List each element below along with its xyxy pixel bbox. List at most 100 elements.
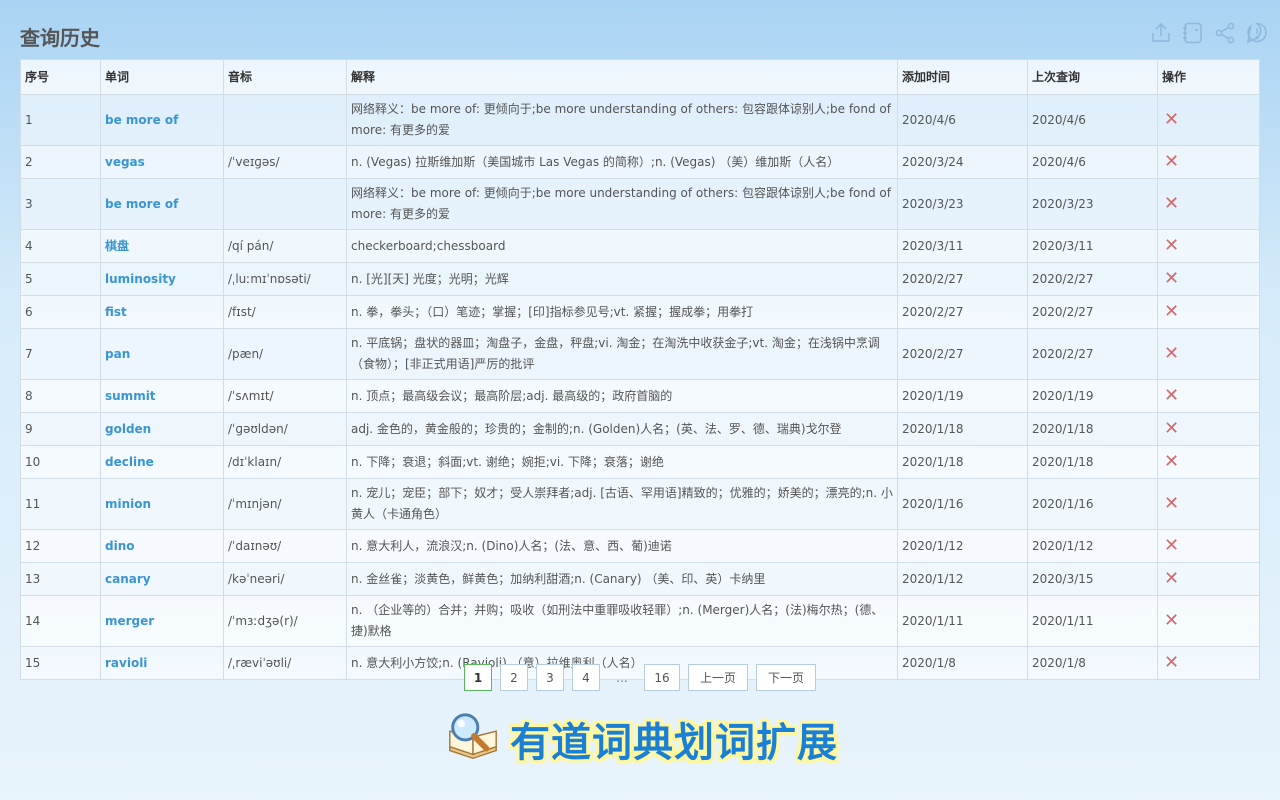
row-added-date: 2020/1/11	[897, 595, 1028, 647]
word-link[interactable]: dino	[105, 539, 135, 553]
delete-icon[interactable]: ✕	[1164, 418, 1179, 439]
row-action-cell: ✕	[1157, 646, 1260, 680]
table-row: 6 fist/fɪst/n. 拳，拳头；（口）笔迹；掌握；[印]指标参见号;vt.…	[20, 295, 1260, 329]
row-no: 12	[20, 529, 101, 563]
row-last-query-date: 2020/1/11	[1027, 595, 1158, 647]
header-action: 操作	[1157, 59, 1260, 95]
table-row: 4 棋盘/qí pán/checkerboard;chessboard 2020/3…	[20, 229, 1260, 263]
word-link[interactable]: be more of	[105, 113, 178, 127]
row-phonetic: /ˈsʌmɪt/	[223, 379, 347, 413]
magnifier-book-icon	[444, 708, 502, 770]
row-no: 9	[20, 412, 101, 446]
row-last-query-date: 2020/2/27	[1027, 262, 1158, 296]
delete-icon[interactable]: ✕	[1164, 535, 1179, 556]
table-header-row: 序号 单词 音标 解释 添加时间 上次查询 操作	[20, 59, 1260, 95]
notebook-icon[interactable]	[1180, 20, 1206, 46]
row-word-cell: fist	[100, 295, 224, 329]
prev-page-button[interactable]: 上一页	[688, 664, 748, 691]
row-no: 5	[20, 262, 101, 296]
word-link[interactable]: ravioli	[105, 656, 147, 670]
page-4-button[interactable]: 4	[572, 664, 600, 691]
row-last-query-date: 2020/1/18	[1027, 412, 1158, 446]
word-link[interactable]: merger	[105, 614, 154, 628]
row-added-date: 2020/2/27	[897, 295, 1028, 329]
row-added-date: 2020/1/16	[897, 478, 1028, 530]
row-meaning: adj. 金色的，黄金般的；珍贵的；金制的;n. (Golden)人名；(英、法…	[346, 412, 898, 446]
row-added-date: 2020/2/27	[897, 328, 1028, 380]
delete-icon[interactable]: ✕	[1164, 493, 1179, 514]
word-link[interactable]: minion	[105, 497, 151, 511]
row-no: 15	[20, 646, 101, 680]
row-last-query-date: 2020/2/27	[1027, 295, 1158, 329]
word-link[interactable]: golden	[105, 422, 151, 436]
row-word-cell: canary	[100, 562, 224, 596]
row-phonetic	[223, 178, 347, 230]
row-added-date: 2020/1/12	[897, 529, 1028, 563]
row-meaning: 网络释义：be more of: 更倾向于;be more understand…	[346, 94, 898, 146]
row-word-cell: ravioli	[100, 646, 224, 680]
word-link[interactable]: vegas	[105, 155, 145, 169]
pagination: 1 2 3 4 ... 16 上一页 下一页	[464, 664, 816, 691]
delete-icon[interactable]: ✕	[1164, 385, 1179, 406]
word-link[interactable]: canary	[105, 572, 151, 586]
row-phonetic: /ˈmɪnjən/	[223, 478, 347, 530]
word-link[interactable]: luminosity	[105, 272, 176, 286]
row-action-cell: ✕	[1157, 328, 1260, 380]
table-row: 5 luminosity/ˌluːmɪˈnɒsəti/n. [光][天] 光度；光…	[20, 262, 1260, 296]
delete-icon[interactable]: ✕	[1164, 151, 1179, 172]
row-no: 6	[20, 295, 101, 329]
share-icon[interactable]	[1212, 20, 1238, 46]
row-no: 11	[20, 478, 101, 530]
export-icon[interactable]	[1148, 20, 1174, 46]
page-3-button[interactable]: 3	[536, 664, 564, 691]
row-no: 8	[20, 379, 101, 413]
row-added-date: 2020/1/12	[897, 562, 1028, 596]
row-action-cell: ✕	[1157, 94, 1260, 146]
delete-icon[interactable]: ✕	[1164, 268, 1179, 289]
delete-icon[interactable]: ✕	[1164, 610, 1179, 631]
table-row: 14 merger/ˈmɜːdʒə(r)/n. （企业等的）合并；并购；吸收（如刑…	[20, 595, 1260, 647]
page-1-button[interactable]: 1	[464, 664, 492, 691]
delete-icon[interactable]: ✕	[1164, 568, 1179, 589]
row-word-cell: be more of	[100, 94, 224, 146]
table-row: 11 minion/ˈmɪnjən/n. 宠儿；宠臣；部下；奴才；受人崇拜者;ad…	[20, 478, 1260, 530]
word-link[interactable]: decline	[105, 455, 154, 469]
next-page-button[interactable]: 下一页	[756, 664, 816, 691]
row-word-cell: decline	[100, 445, 224, 479]
delete-icon[interactable]: ✕	[1164, 193, 1179, 214]
row-action-cell: ✕	[1157, 295, 1260, 329]
table-row: 9 golden/ˈɡəʊldən/adj. 金色的，黄金般的；珍贵的；金制的;n…	[20, 412, 1260, 446]
row-action-cell: ✕	[1157, 262, 1260, 296]
row-meaning: n. [光][天] 光度；光明；光辉	[346, 262, 898, 296]
delete-icon[interactable]: ✕	[1164, 451, 1179, 472]
toolbar	[1148, 20, 1270, 46]
row-meaning: n. 宠儿；宠臣；部下；奴才；受人崇拜者;adj. [古语、罕用语]精致的；优雅…	[346, 478, 898, 530]
table-row: 2 vegas/ˈveɪɡəs/n. (Vegas) 拉斯维加斯（美国城市 Las…	[20, 145, 1260, 179]
row-word-cell: dino	[100, 529, 224, 563]
row-meaning: n. 顶点；最高级会议；最高阶层;adj. 最高级的；政府首脑的	[346, 379, 898, 413]
word-link[interactable]: fist	[105, 305, 127, 319]
row-last-query-date: 2020/1/19	[1027, 379, 1158, 413]
row-last-query-date: 2020/1/18	[1027, 445, 1158, 479]
word-link[interactable]: 棋盘	[105, 239, 129, 253]
row-phonetic: /dɪˈklaɪn/	[223, 445, 347, 479]
word-link[interactable]: be more of	[105, 197, 178, 211]
row-action-cell: ✕	[1157, 178, 1260, 230]
row-added-date: 2020/4/6	[897, 94, 1028, 146]
info-icon[interactable]	[1244, 20, 1270, 46]
history-table: 序号 单词 音标 解释 添加时间 上次查询 操作 1 be more of 网络释义…	[20, 59, 1260, 680]
last-page-button[interactable]: 16	[644, 664, 680, 691]
word-link[interactable]: summit	[105, 389, 156, 403]
row-phonetic: /ˈɡəʊldən/	[223, 412, 347, 446]
row-word-cell: minion	[100, 478, 224, 530]
delete-icon[interactable]: ✕	[1164, 343, 1179, 364]
delete-icon[interactable]: ✕	[1164, 652, 1179, 673]
table-row: 8 summit/ˈsʌmɪt/n. 顶点；最高级会议；最高阶层;adj. 最高级…	[20, 379, 1260, 413]
table-row: 12 dino/ˈdaɪnəʊ/n. 意大利人，流浪汉;n. (Dino)人名；(…	[20, 529, 1260, 563]
row-no: 14	[20, 595, 101, 647]
delete-icon[interactable]: ✕	[1164, 301, 1179, 322]
delete-icon[interactable]: ✕	[1164, 109, 1179, 130]
page-2-button[interactable]: 2	[500, 664, 528, 691]
word-link[interactable]: pan	[105, 347, 130, 361]
delete-icon[interactable]: ✕	[1164, 235, 1179, 256]
